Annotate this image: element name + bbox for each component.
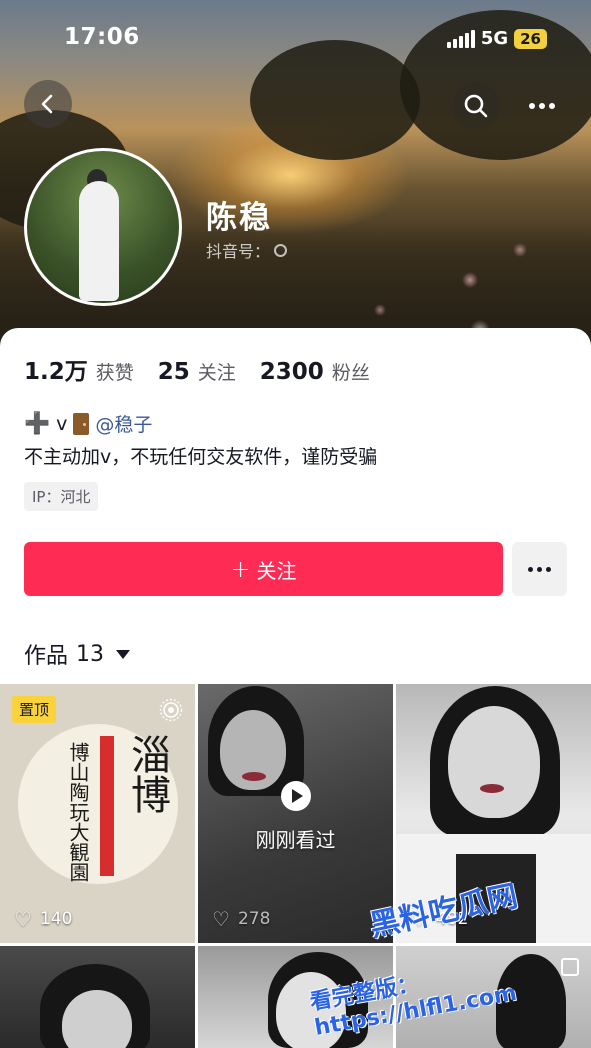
works-count: 13 xyxy=(76,641,105,667)
plus-icon: ➕ xyxy=(24,411,51,435)
id-icon xyxy=(274,243,288,257)
door-icon xyxy=(73,412,90,435)
calligraphy-title: 淄博 xyxy=(124,734,170,814)
network-type: 5G xyxy=(480,28,509,49)
heart-icon: ♡ xyxy=(14,907,32,931)
works-label: 作品 xyxy=(24,644,69,669)
stat-followers[interactable]: 2300 粉丝 xyxy=(260,358,370,385)
bio-line-1: ➕ v @稳子 xyxy=(24,410,152,437)
follow-button[interactable]: + 关注 xyxy=(24,542,503,596)
signal-icon xyxy=(446,29,475,48)
mention-link[interactable]: @稳子 xyxy=(95,410,152,437)
calligraphy-subtitle: 博山陶玩大観園 xyxy=(66,742,90,882)
tree-silhouette xyxy=(250,40,420,160)
profile-cover: 17:06 5G 26 陈稳 抖音号： xyxy=(0,0,591,360)
chevron-down-icon xyxy=(116,649,131,659)
stat-label: 获赞 xyxy=(95,362,134,384)
status-time: 17:06 xyxy=(64,24,140,50)
stat-number: 2300 xyxy=(259,359,324,385)
video-tile[interactable] xyxy=(0,946,195,1048)
status-indicators: 5G 26 xyxy=(446,28,547,49)
follow-label: 关注 xyxy=(256,558,297,583)
pinned-badge: 置顶 xyxy=(12,696,57,723)
search-icon xyxy=(464,94,488,118)
avatar[interactable] xyxy=(24,148,182,306)
more-options-button[interactable] xyxy=(518,82,566,130)
battery-level: 26 xyxy=(514,28,547,49)
recently-viewed-label: 刚刚看过 xyxy=(255,828,336,852)
stat-following[interactable]: 25 关注 xyxy=(158,358,236,385)
stat-likes: 1.2万 获赞 xyxy=(24,352,134,386)
ip-location-tag: IP：河北 xyxy=(24,482,99,511)
profile-stats: 1.2万 获赞 25 关注 2300 粉丝 xyxy=(24,352,370,386)
like-count: ♡ 278 xyxy=(212,907,271,931)
profile-name: 陈稳 xyxy=(206,200,272,236)
douyin-id[interactable]: 抖音号： xyxy=(206,238,288,262)
back-arrow-icon xyxy=(41,94,53,114)
profile-more-button[interactable] xyxy=(512,542,567,596)
bio-line-2: 不主动加v，不玩任何交友软件，谨防受骗 xyxy=(24,446,378,468)
back-button[interactable] xyxy=(24,80,72,128)
stat-label: 关注 xyxy=(197,362,236,384)
bio-v: v xyxy=(56,412,68,435)
video-tile[interactable]: 刚刚看过 ♡ 278 xyxy=(198,684,393,943)
live-photo-icon xyxy=(159,698,183,722)
douyin-id-label: 抖音号： xyxy=(206,242,271,261)
like-count: ♡ 140 xyxy=(14,907,73,931)
stat-number: 1.2万 xyxy=(24,359,88,385)
plus-icon: + xyxy=(230,555,251,583)
heart-icon: ♡ xyxy=(212,907,230,931)
stat-number: 25 xyxy=(157,359,190,385)
play-icon xyxy=(281,781,311,811)
works-tab[interactable]: 作品 13 xyxy=(24,638,131,670)
more-icon xyxy=(529,103,555,109)
stat-label: 粉丝 xyxy=(331,362,370,384)
video-tile[interactable]: 淄博 博山陶玩大観園 置顶 ♡ 140 xyxy=(0,684,195,943)
search-button[interactable] xyxy=(452,82,500,130)
